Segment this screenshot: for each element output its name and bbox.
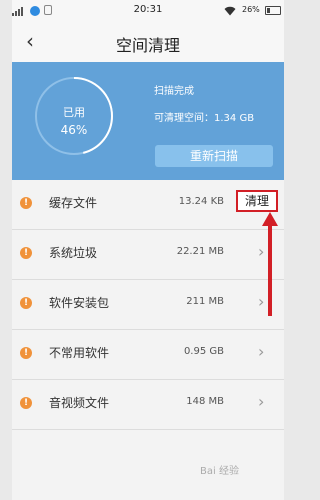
list-item-cache-files[interactable]: ! 缓存文件 13.24 KB 清理	[12, 180, 284, 230]
item-name: 不常用软件	[49, 346, 110, 360]
chevron-right-icon[interactable]: ›	[258, 342, 264, 361]
watermark: Bai 经验	[200, 462, 239, 477]
item-size: 22.21 MB	[176, 246, 224, 257]
junk-category-list: ! 缓存文件 13.24 KB 清理 ! 系统垃圾 22.21 MB › ! 软…	[12, 180, 284, 430]
battery-percent: 26%	[242, 5, 260, 14]
cleanable-space: 可清理空间：1.34 GB	[154, 113, 255, 124]
clean-button[interactable]: 清理	[236, 190, 278, 212]
list-item-install-packages[interactable]: ! 软件安装包 211 MB ›	[12, 280, 284, 330]
used-percent: 46%	[60, 123, 88, 137]
list-item-media-files[interactable]: ! 音视频文件 148 MB ›	[12, 380, 284, 430]
wifi-icon	[224, 6, 236, 16]
item-size: 0.95 GB	[183, 346, 224, 357]
item-name: 缓存文件	[49, 196, 98, 210]
scan-status: 扫描完成	[154, 86, 194, 97]
list-item-unused-apps[interactable]: ! 不常用软件 0.95 GB ›	[12, 330, 284, 380]
annotation-arrow	[262, 212, 278, 316]
chevron-right-icon[interactable]: ›	[258, 392, 264, 411]
warning-icon: !	[20, 197, 32, 209]
list-item-system-junk[interactable]: ! 系统垃圾 22.21 MB ›	[12, 230, 284, 280]
phone-screen: 20:31 26% ‹ 空间清理 已用 46% 扫描完成 可清理空间：1.34 …	[12, 0, 284, 500]
warning-icon: !	[20, 347, 32, 359]
used-label: 已用	[63, 106, 85, 119]
title-bar: ‹ 空间清理	[12, 22, 284, 62]
item-name: 音视频文件	[49, 396, 110, 410]
item-size: 13.24 KB	[178, 196, 224, 207]
page-title: 空间清理	[115, 36, 180, 55]
status-bar: 20:31 26%	[12, 0, 284, 22]
storage-panel: 已用 46% 扫描完成 可清理空间：1.34 GB 重新扫描	[12, 62, 284, 180]
watermark-text: Bai 经验	[200, 466, 239, 477]
rescan-button[interactable]: 重新扫描	[155, 145, 273, 167]
warning-icon: !	[20, 397, 32, 409]
item-name: 软件安装包	[49, 296, 110, 310]
warning-icon: !	[20, 297, 32, 309]
item-size: 211 MB	[186, 296, 224, 307]
battery-icon	[265, 6, 281, 15]
warning-icon: !	[20, 247, 32, 259]
item-name: 系统垃圾	[49, 246, 98, 260]
item-size: 148 MB	[186, 396, 224, 407]
